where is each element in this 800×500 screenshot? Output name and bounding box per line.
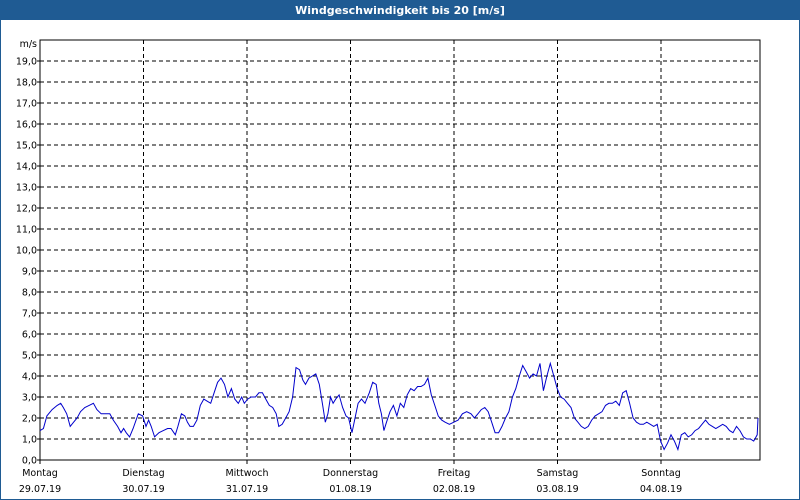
y-tick-label: 10,0: [16, 246, 37, 257]
x-tick-date: 03.08.19: [536, 484, 578, 495]
y-axis-ticks: 0,0 1,0 2,0 3,0 4,0 5,0 6,0 7,0 8,0 9,0 10,0 11,0 12…: [16, 57, 40, 467]
x-tick-date: 01.08.19: [329, 484, 371, 495]
x-tick-weekday: Dienstag: [122, 468, 164, 479]
y-tick-label: 13,0: [16, 183, 37, 194]
y-tick-label: 18,0: [16, 78, 37, 89]
y-tick-label: 3,0: [22, 393, 37, 404]
y-tick-label: 19,0: [16, 57, 37, 68]
y-tick-label: 2,0: [22, 414, 37, 425]
y-tick-label: 5,0: [22, 351, 37, 362]
x-tick-weekday: Montag: [22, 468, 58, 479]
x-tick-weekday: Mittwoch: [225, 468, 268, 479]
y-tick-label: 9,0: [22, 267, 37, 278]
y-tick-label: 4,0: [22, 372, 37, 383]
y-tick-label: 0,0: [22, 456, 37, 467]
grid-lines: [40, 40, 760, 460]
x-axis-ticks: Montag 29.07.19 Dienstag 30.07.19 Mittwoch 31…: [19, 460, 682, 495]
y-tick-label: 11,0: [16, 225, 37, 236]
x-tick-date: 30.07.19: [122, 484, 164, 495]
y-tick-label: 15,0: [16, 141, 37, 152]
x-tick-date: 29.07.19: [19, 484, 61, 495]
x-tick-date: 04.08.19: [640, 484, 682, 495]
y-tick-label: 6,0: [22, 330, 37, 341]
y-tick-label: 7,0: [22, 309, 37, 320]
y-tick-label: 8,0: [22, 288, 37, 299]
wind-speed-chart: m/s 0,0 1,0 2,0 3,0 4,0 5,0 6,0 7,0 8,0 9,0 10,0 11…: [16, 39, 761, 495]
y-tick-label: 16,0: [16, 120, 37, 131]
y-tick-label: 17,0: [16, 99, 37, 110]
x-tick-weekday: Freitag: [438, 468, 471, 479]
y-axis-unit-label: m/s: [20, 39, 37, 50]
y-tick-label: 1,0: [22, 435, 37, 446]
y-tick-label: 14,0: [16, 162, 37, 173]
x-tick-date: 02.08.19: [433, 484, 475, 495]
x-tick-weekday: Donnerstag: [323, 468, 378, 479]
x-tick-weekday: Samstag: [537, 468, 579, 479]
y-tick-label: 12,0: [16, 204, 37, 215]
x-tick-date: 31.07.19: [226, 484, 268, 495]
x-tick-weekday: Sonntag: [641, 468, 680, 479]
